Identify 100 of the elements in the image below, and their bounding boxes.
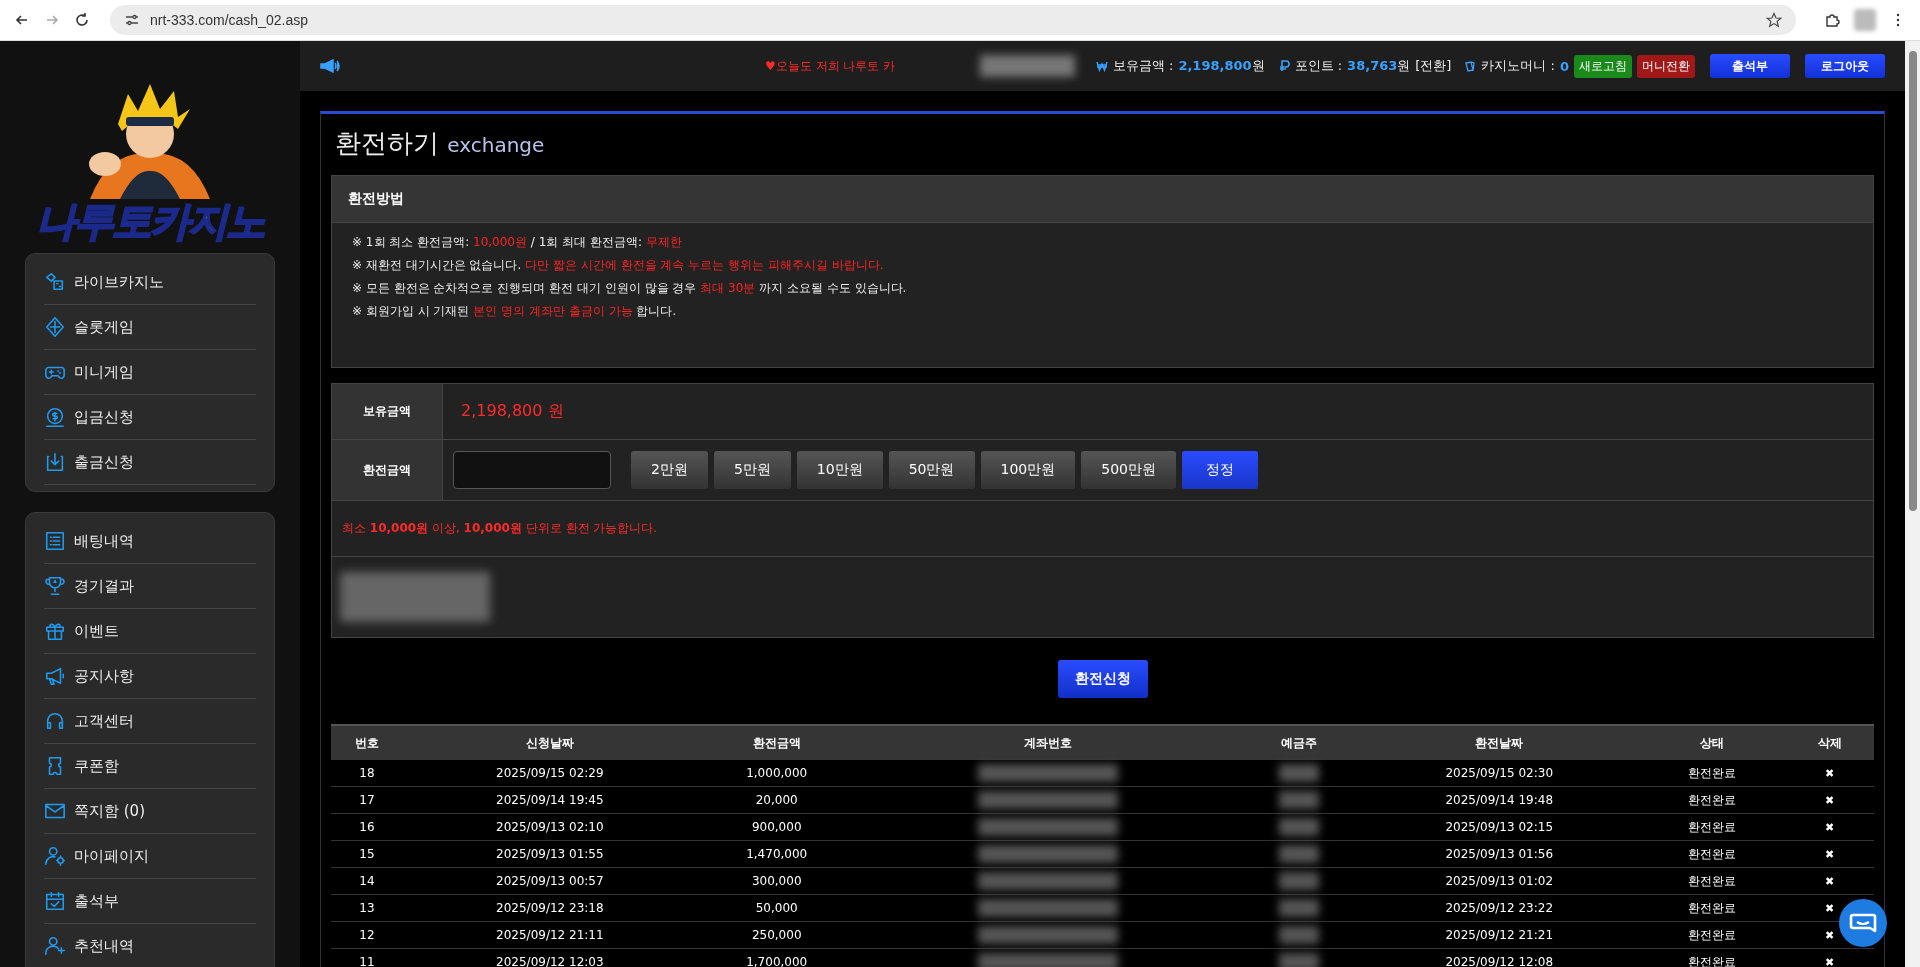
marquee-text: ♥오늘도 저희 나루토 카 [764, 57, 897, 75]
sidebar-item[interactable]: 입금신청 [44, 395, 256, 440]
redacted-text [1279, 791, 1320, 809]
badge-button[interactable]: 새로고침 [1574, 54, 1632, 78]
convert-link[interactable]: [전환] [1415, 57, 1452, 75]
scrollbar[interactable] [1905, 41, 1920, 967]
sidebar-item[interactable]: 라이브카지노 [44, 260, 256, 305]
table-cell-text: 15 [358, 846, 376, 863]
form-label: 보유금액 [332, 384, 443, 439]
top-button[interactable]: 로그아웃 [1805, 54, 1885, 78]
table-cell-text: 2025/09/13 02:15 [1444, 819, 1554, 836]
redacted-text [1279, 764, 1320, 782]
reload-icon[interactable] [74, 12, 90, 28]
top-button[interactable]: 출석부 [1710, 54, 1790, 78]
notice-line: ※ 1회 최소 환전금액: 10,000원 / 1회 최대 환전금액: 무제한 [352, 234, 683, 251]
sidebar-item[interactable]: 쿠폰함 [44, 744, 256, 789]
headset-icon [44, 710, 66, 732]
delete-button[interactable]: ✖ [1824, 955, 1835, 967]
table-cell-text: 50,000 [754, 900, 799, 917]
list-icon [44, 530, 66, 552]
table-cell-text: 12 [358, 927, 376, 944]
delete-button[interactable]: ✖ [1824, 847, 1835, 861]
sidebar-item[interactable]: 배팅내역 [44, 519, 256, 564]
user-gear-icon [44, 845, 66, 867]
sidebar-item[interactable]: 이벤트 [44, 609, 256, 654]
notice-line: ※ 회원가입 시 기재된 본인 명의 계좌만 출금이 가능 합니다. [352, 303, 678, 320]
table-cell-text: 1,470,000 [745, 846, 809, 863]
table-cell-text: 환전완료 [1687, 791, 1738, 809]
trophy-icon [44, 575, 66, 597]
table-cell-text: 2025/09/12 23:18 [495, 900, 605, 917]
amount-button[interactable]: 500만원 [1081, 451, 1176, 489]
reset-button[interactable]: 정정 [1181, 451, 1258, 489]
points-amount: 38,763원 [1347, 57, 1411, 75]
table-cell-text: 1,000,000 [745, 765, 809, 782]
column-header: 번호 [353, 734, 380, 752]
sidebar-item[interactable]: 출석부 [44, 879, 256, 924]
redacted-text [1279, 926, 1320, 944]
megaphone-icon [320, 59, 340, 73]
logo-text: 나루토카지노 [36, 199, 264, 243]
amount-input[interactable] [453, 451, 611, 489]
won-icon [1095, 60, 1108, 72]
calendar-icon [44, 890, 66, 912]
sidebar-item[interactable]: 출금신청 [44, 440, 256, 485]
badge-button[interactable]: 머니전환 [1637, 54, 1695, 78]
column-header: 계좌번호 [1023, 734, 1074, 752]
amount-button[interactable]: 2만원 [631, 451, 708, 489]
table-cell-text: 2025/09/13 01:55 [495, 846, 605, 863]
casino-money-value: 0 [1559, 58, 1569, 74]
table-cell-text: 1,700,000 [745, 954, 809, 967]
amount-button[interactable]: 100만원 [980, 451, 1076, 489]
coin-icon [44, 406, 66, 428]
delete-button[interactable]: ✖ [1824, 874, 1835, 888]
notice-line: ※ 재환전 대기시간은 없습니다. 다만 짧은 시간에 환전을 계속 누르는 행위는 피해주시길 바랍니다. [352, 257, 885, 274]
table-cell-text: 환전완료 [1687, 953, 1738, 967]
table-cell-text: 환전완료 [1687, 926, 1738, 944]
table-cell-text: 13 [358, 900, 376, 917]
sidebar-item[interactable]: 미니게임 [44, 350, 256, 395]
redacted-text [1279, 953, 1320, 967]
sidebar-item[interactable]: 쪽지함 (0) [44, 789, 256, 834]
amount-button[interactable]: 5만원 [713, 451, 791, 489]
address-bar[interactable]: nrt-333.com/cash_02.asp [110, 5, 1796, 35]
chat-icon[interactable] [1839, 899, 1887, 947]
sidebar-item[interactable]: 공지사항 [44, 654, 256, 699]
sidebar-item[interactable]: 추천내역 [44, 924, 256, 967]
dice-icon [44, 271, 66, 293]
column-header: 삭제 [1816, 734, 1843, 752]
amount-button[interactable]: 10만원 [796, 451, 883, 489]
sidebar-item[interactable]: 슬롯게임 [44, 305, 256, 350]
table-cell-text: 250,000 [750, 927, 803, 944]
sidebar-item[interactable]: 마이페이지 [44, 834, 256, 879]
redacted-text [1279, 872, 1320, 890]
balance-label: 보유금액 : [1112, 57, 1174, 75]
table-cell-text: 환전완료 [1687, 764, 1738, 782]
download-icon [44, 451, 66, 473]
balance-value: 2,198,800 원 [460, 401, 564, 422]
page-subtitle: exchange [447, 133, 545, 157]
sidebar-item[interactable]: 고객센터 [44, 699, 256, 744]
delete-button[interactable]: ✖ [1824, 793, 1835, 807]
table-cell-text: 2025/09/14 19:48 [1444, 792, 1554, 809]
delete-button[interactable]: ✖ [1824, 928, 1835, 942]
submit-button[interactable]: 환전신청 [1057, 660, 1148, 698]
site-settings-icon[interactable] [124, 12, 140, 28]
puzzle-icon[interactable] [1824, 12, 1840, 28]
notice-line: ※ 모든 환전은 순차적으로 진행되며 환전 대기 인원이 많을 경우 최대 30분 까지 소요될 수도 있습니다. [352, 280, 908, 297]
user-plus-icon [44, 935, 66, 957]
table-cell-text: 300,000 [750, 873, 803, 890]
delete-button[interactable]: ✖ [1824, 820, 1835, 834]
column-header: 환전금액 [751, 734, 802, 752]
bookmark-star-icon[interactable] [1766, 12, 1782, 28]
table-cell-text: 2025/09/15 02:30 [1444, 765, 1554, 782]
table-cell-text: 2025/09/12 23:22 [1444, 900, 1554, 917]
delete-button[interactable]: ✖ [1824, 766, 1835, 780]
exchange-info-text: 최소 10,000원 이상, 10,000원 단위로 환전 가능합니다. [342, 520, 658, 537]
table-cell-text: 17 [358, 792, 376, 809]
balance-amount: 2,198,800원 [1178, 57, 1265, 75]
amount-button[interactable]: 50만원 [888, 451, 975, 489]
point-icon [1277, 60, 1290, 72]
delete-button[interactable]: ✖ [1824, 901, 1835, 915]
sidebar-item[interactable]: 경기결과 [44, 564, 256, 609]
column-header: 상태 [1699, 734, 1726, 752]
